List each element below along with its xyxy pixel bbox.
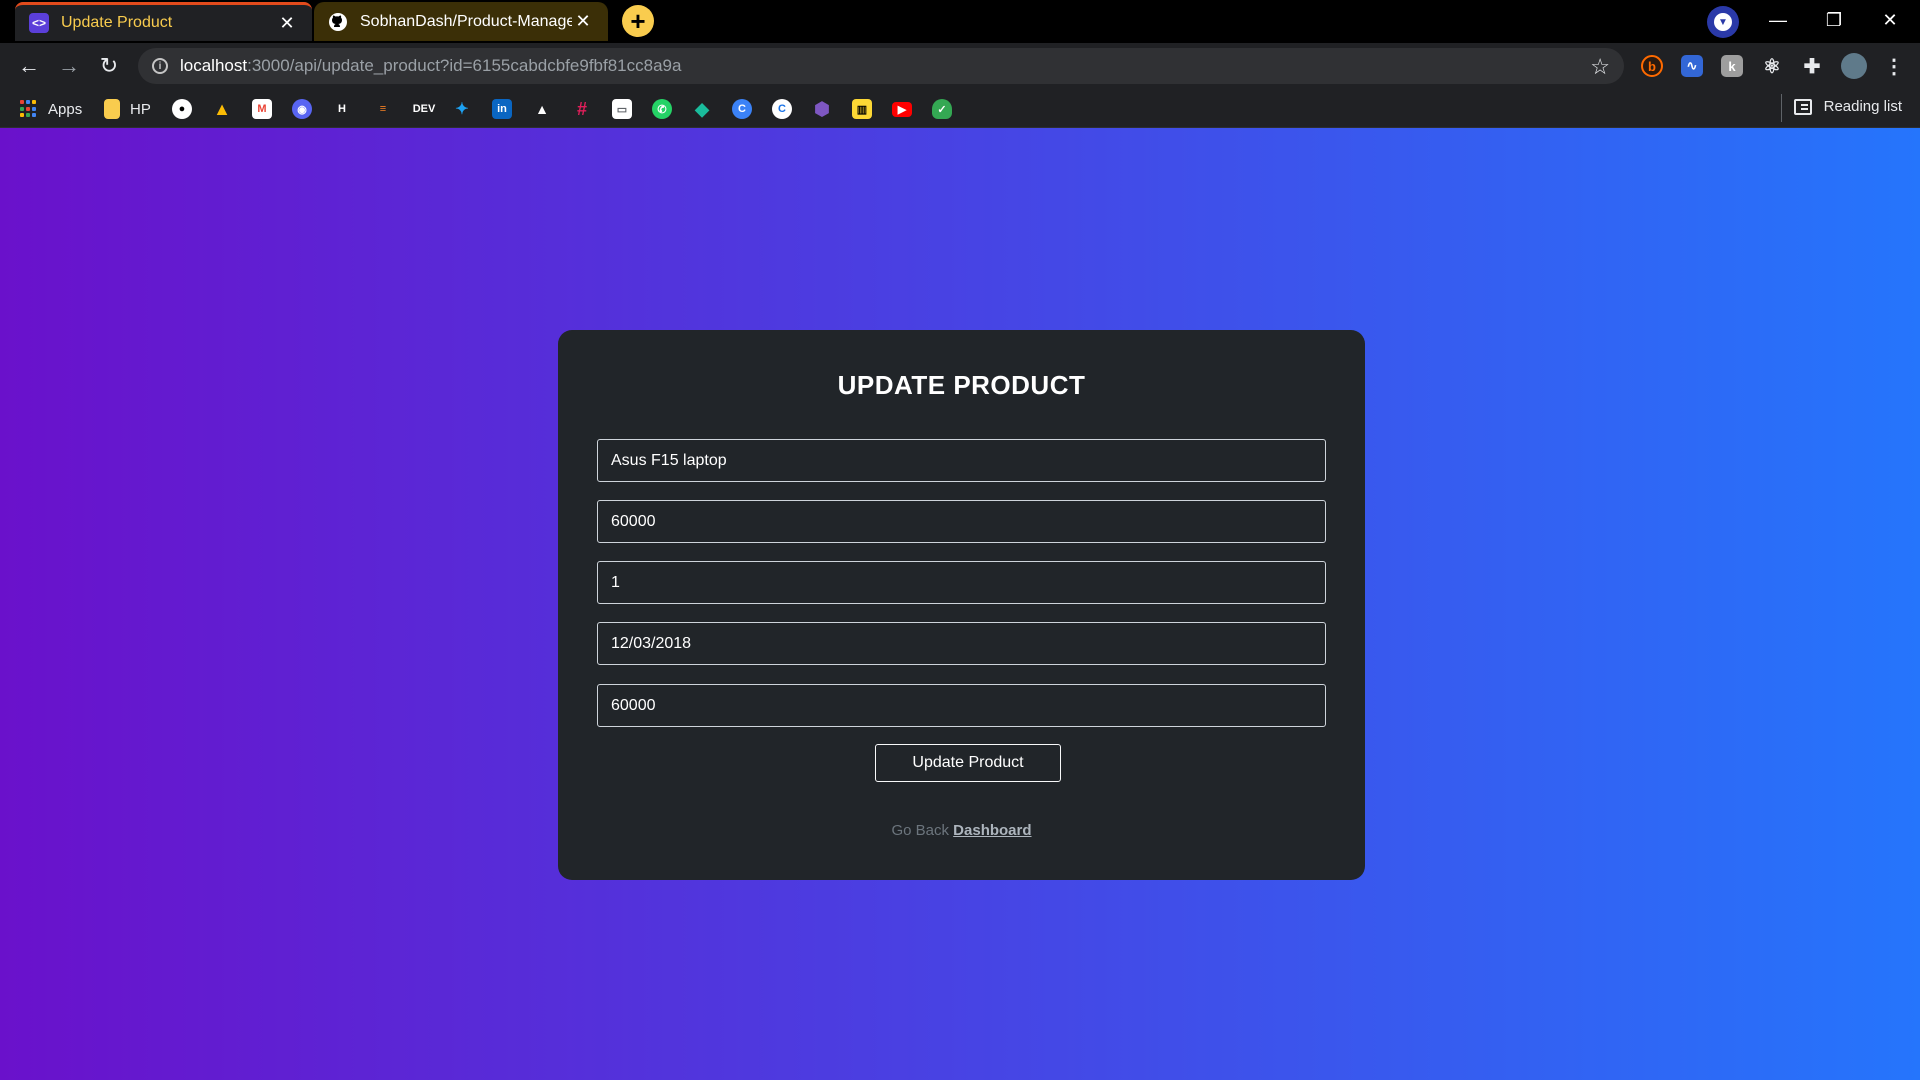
bookmark-label: HP — [130, 100, 151, 118]
c-circle-icon: C — [772, 99, 792, 119]
tab-github-repo[interactable]: SobhanDash/Product-Management ✕ — [314, 2, 608, 41]
bookmark-github[interactable]: ● — [172, 98, 192, 120]
copyleaks-icon: C — [732, 99, 752, 119]
github-icon: ● — [172, 99, 192, 119]
go-back-label: Go Back — [891, 822, 949, 839]
bookmark-stackoverflow[interactable]: ≡ — [373, 98, 393, 120]
bookmark-hp[interactable]: HP — [104, 98, 151, 120]
tab-update-product[interactable]: <> Update Product ✕ — [15, 2, 312, 41]
bookmark-label: Apps — [48, 100, 83, 118]
update-product-button[interactable]: Update Product — [875, 744, 1061, 782]
bookmark-page[interactable]: ▭ — [612, 98, 632, 120]
close-icon[interactable]: ✕ — [572, 11, 594, 32]
github-icon — [328, 12, 348, 32]
page-title: UPDATE PRODUCT — [837, 370, 1086, 400]
app-code-icon: <> — [29, 13, 49, 33]
close-icon[interactable]: ✕ — [276, 13, 298, 34]
browser-toolbar: ← → ↻ i localhost:3000/api/update_produc… — [0, 43, 1920, 89]
vercel-icon: ▲ — [535, 101, 549, 117]
url-path: :3000/api/update_product?id=6155cabdcbfe… — [247, 56, 682, 75]
url-host: localhost — [180, 56, 248, 75]
product-date-field[interactable] — [597, 622, 1326, 665]
twitter-icon: ✦ — [455, 101, 469, 118]
extension-b-icon[interactable]: b — [1641, 55, 1663, 77]
whatsapp-icon: ✆ — [652, 99, 672, 119]
youtube-icon: ▶ — [892, 101, 912, 117]
bookmark-slack[interactable]: # — [572, 98, 592, 120]
extension-k-icon[interactable]: k — [1721, 55, 1743, 77]
avatar[interactable] — [1841, 53, 1867, 79]
reload-icon[interactable]: ↻ — [94, 51, 124, 81]
hackerrank-icon: H — [338, 103, 346, 115]
bookmark-whatsapp[interactable]: ✆ — [652, 98, 672, 120]
bookmark-page-icon: ▭ — [612, 99, 632, 119]
bookmark-drive[interactable]: ▲ — [212, 98, 232, 120]
product-price-field[interactable] — [597, 500, 1326, 543]
dashboard-link[interactable]: Dashboard — [953, 822, 1031, 839]
bookmark-star-icon[interactable]: ☆ — [1590, 54, 1610, 80]
url-text[interactable]: localhost:3000/api/update_product?id=615… — [180, 56, 681, 76]
bookmark-twitter[interactable]: ✦ — [452, 98, 472, 120]
hexagon-icon: ⬢ — [814, 98, 830, 119]
bookmark-discord[interactable]: ◉ — [292, 98, 312, 120]
bookmark-diamond[interactable]: ◆ — [692, 98, 712, 120]
apps-grid-icon — [20, 100, 38, 118]
extension-chart-icon[interactable]: ∿ — [1681, 55, 1703, 77]
restore-icon[interactable]: ❐ — [1814, 4, 1854, 36]
product-total-field[interactable] — [597, 684, 1326, 727]
reading-list-icon — [1793, 98, 1812, 115]
back-arrow-icon[interactable]: ← — [14, 51, 44, 81]
bookmark-gmail[interactable]: M — [252, 98, 272, 120]
tab-title: Update Product — [61, 14, 173, 31]
page-viewport: UPDATE PRODUCT Update Product Go Back Da… — [0, 128, 1920, 1080]
dev-icon: DEV — [412, 103, 436, 115]
react-devtools-icon[interactable]: ⚛ — [1761, 55, 1783, 78]
slack-icon: # — [576, 98, 587, 119]
media-control-icon[interactable]: ▼ — [1707, 6, 1739, 38]
discord-icon: ◉ — [292, 99, 312, 119]
menu-kebab-icon[interactable]: ⋮ — [1883, 55, 1905, 78]
bookmark-hackerrank[interactable]: H — [332, 98, 352, 120]
bookmarks-divider — [1781, 94, 1782, 122]
extensions-puzzle-icon[interactable]: ✚ — [1801, 55, 1823, 78]
trello-icon: ▥ — [852, 99, 872, 119]
diamond-icon: ◆ — [695, 98, 709, 119]
shield-icon: ✓ — [932, 99, 952, 119]
info-icon[interactable]: i — [152, 58, 168, 74]
bookmark-youtube[interactable]: ▶ — [892, 98, 912, 120]
go-back-text: Go Back Dashboard — [558, 822, 1365, 839]
folder-icon — [104, 99, 120, 119]
close-window-icon[interactable]: ✕ — [1870, 4, 1910, 36]
minimize-icon[interactable]: — — [1758, 4, 1798, 36]
bookmark-dev[interactable]: DEV — [412, 98, 436, 120]
bookmark-apps[interactable]: Apps — [20, 98, 82, 120]
bookmark-c-circle[interactable]: C — [772, 98, 792, 120]
product-quantity-field[interactable] — [597, 561, 1326, 604]
update-product-card: UPDATE PRODUCT Update Product Go Back Da… — [558, 330, 1365, 880]
new-tab-button[interactable]: + — [622, 5, 654, 37]
tab-title: SobhanDash/Product-Management — [360, 12, 572, 30]
reading-list[interactable]: Reading list — [1793, 98, 1902, 115]
bookmark-copyleaks[interactable]: C — [732, 98, 752, 120]
google-drive-icon: ▲ — [213, 98, 231, 119]
bookmark-vercel[interactable]: ▲ — [532, 98, 552, 120]
address-bar[interactable]: i localhost:3000/api/update_product?id=6… — [138, 48, 1624, 84]
bookmark-hexagon[interactable]: ⬢ — [812, 98, 832, 120]
bookmark-trello[interactable]: ▥ — [852, 98, 872, 120]
gmail-icon: M — [252, 99, 272, 119]
reading-list-label: Reading list — [1823, 98, 1902, 115]
bookmarks-bar: Apps HP ● ▲ M ◉ H ≡ DEV ✦ in ▲ # ▭ ✆ ◆ C… — [0, 89, 1920, 128]
linkedin-icon: in — [492, 99, 512, 119]
forward-arrow-icon[interactable]: → — [54, 51, 84, 81]
bookmark-shield[interactable]: ✓ — [932, 98, 952, 120]
bookmark-linkedin[interactable]: in — [492, 98, 512, 120]
stackoverflow-icon: ≡ — [379, 103, 387, 115]
tab-strip: <> Update Product ✕ SobhanDash/Product-M… — [0, 0, 1920, 43]
product-name-field[interactable] — [597, 439, 1326, 482]
